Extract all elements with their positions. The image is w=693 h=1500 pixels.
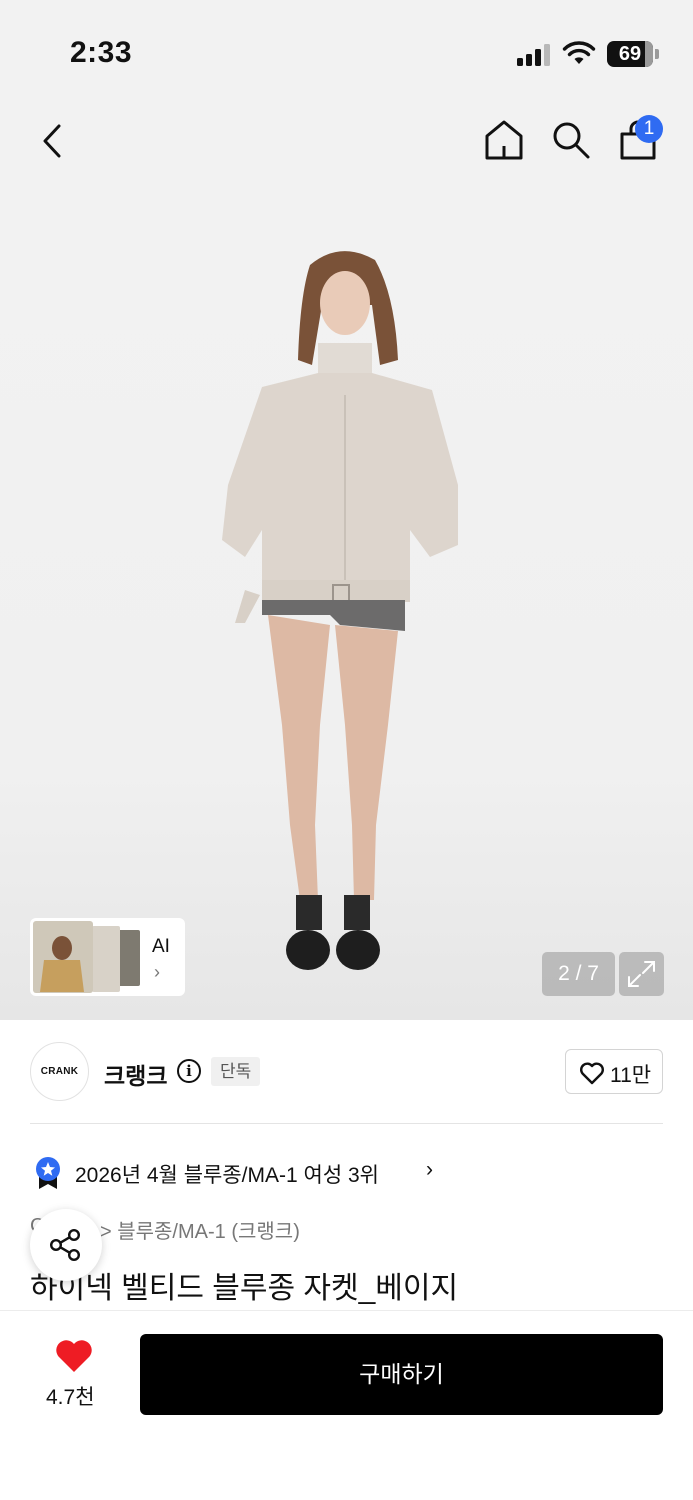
status-time: 2:33 [70,36,133,69]
image-page-counter: 2 / 7 [542,952,615,996]
product-image[interactable] [0,185,693,1020]
ai-label[interactable]: AI [152,936,170,958]
status-bar: 2:33 69 [0,0,693,100]
expand-icon [628,961,655,987]
brand-like-button[interactable]: 11만 [565,1049,663,1094]
wifi-icon [562,41,596,64]
model-photo [222,251,458,970]
ranking-badge-icon [36,1157,60,1189]
battery-icon: 69 [607,41,659,67]
share-button[interactable] [30,1209,102,1281]
exclusive-badge: 단독 [211,1057,261,1086]
chevron-right-icon[interactable]: › [154,962,160,983]
product-title: 하이넥 벨티드 블루종 자켓_베이지 [30,1272,459,1305]
heart-outline-icon [580,1062,604,1085]
ranking-row[interactable]: 2026년 4월 블루종/MA-1 여성 3위 › [34,1154,454,1194]
signal-icon [517,44,553,66]
expand-button[interactable] [619,952,664,996]
cart-badge: 1 [635,115,663,143]
wish-count: 4.7천 [46,1386,95,1409]
buy-button[interactable]: 구매하기 [140,1334,663,1415]
breadcrumb[interactable]: > 블루종/MA-1 (크랭크) [100,1215,300,1244]
brand-like-count: 11만 [610,1064,652,1087]
brand-logo[interactable]: CRANK [30,1042,89,1101]
battery-level: 69 [618,43,642,65]
info-icon[interactable]: i [177,1059,201,1083]
heart-filled-icon[interactable] [54,1338,94,1374]
back-icon[interactable] [38,123,68,159]
share-icon [49,1228,81,1262]
brand-name[interactable]: 크랭크 [104,1057,167,1091]
divider [30,1123,663,1124]
top-nav [0,100,693,185]
chevron-right-icon: › [426,1158,433,1181]
home-icon[interactable] [484,119,524,161]
ranking-text: 2026년 4월 블루종/MA-1 여성 3위 [75,1164,379,1187]
search-icon[interactable] [551,120,591,160]
